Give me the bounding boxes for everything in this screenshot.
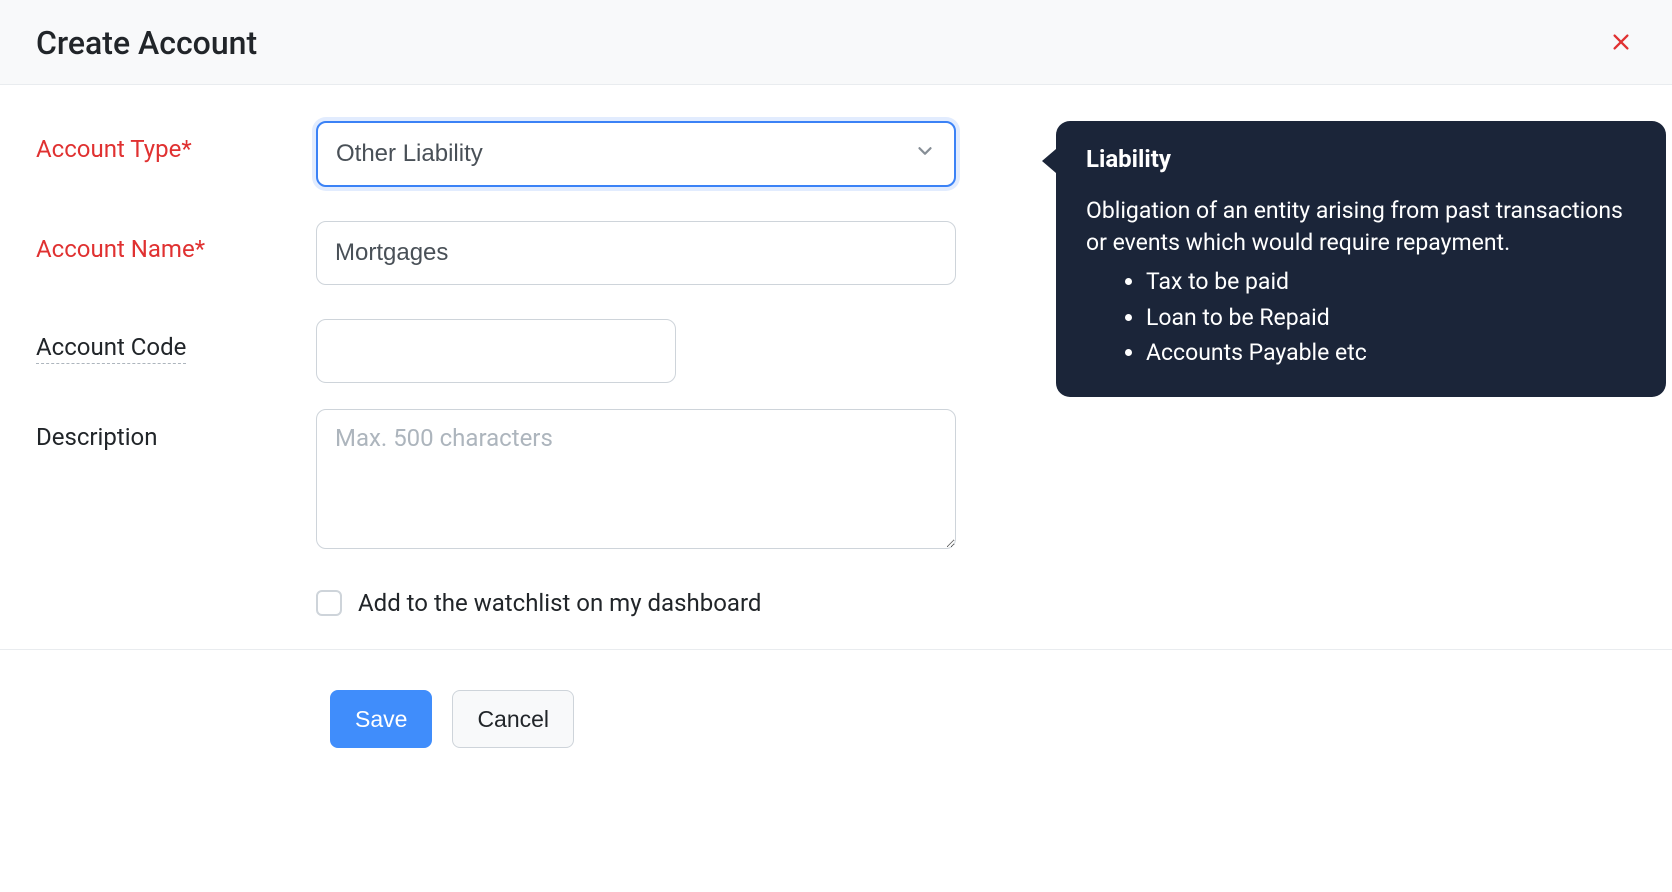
label-text: Account Name* <box>36 235 205 263</box>
label-account-name: Account Name* <box>36 221 316 263</box>
watchlist-checkbox-row: Add to the watchlist on my dashboard <box>316 589 996 617</box>
field-account-name <box>316 221 996 285</box>
close-button[interactable] <box>1606 27 1636 60</box>
watchlist-checkbox[interactable] <box>316 590 342 616</box>
create-account-modal: Create Account Account Type* <box>0 0 1672 788</box>
close-icon <box>1610 31 1632 56</box>
field-watchlist: Add to the watchlist on my dashboard <box>316 581 996 617</box>
field-description <box>316 409 996 555</box>
label-description: Description <box>36 409 316 451</box>
label-spacer <box>36 581 316 595</box>
row-watchlist: Add to the watchlist on my dashboard <box>36 581 996 617</box>
account-type-select[interactable] <box>316 121 956 187</box>
label-text: Account Type* <box>36 135 192 163</box>
account-type-tooltip: Liability Obligation of an entity arisin… <box>1056 121 1666 397</box>
form-column: Account Type* Account Name* <box>36 121 996 617</box>
account-code-input[interactable] <box>316 319 676 383</box>
tooltip-description: Obligation of an entity arising from pas… <box>1086 195 1636 259</box>
description-textarea[interactable] <box>316 409 956 549</box>
cancel-button[interactable]: Cancel <box>452 690 574 748</box>
modal-title: Create Account <box>36 24 257 62</box>
label-text: Description <box>36 423 158 451</box>
footer-spacer <box>36 690 310 748</box>
account-type-input[interactable] <box>316 121 956 187</box>
account-name-input[interactable] <box>316 221 956 285</box>
label-text: Account Code <box>36 333 186 364</box>
modal-body: Account Type* Account Name* <box>0 85 1672 649</box>
field-account-code <box>316 319 996 383</box>
watchlist-label: Add to the watchlist on my dashboard <box>358 589 761 617</box>
tooltip-item: Accounts Payable etc <box>1146 336 1636 369</box>
label-account-code: Account Code <box>36 319 316 361</box>
row-account-name: Account Name* <box>36 221 996 285</box>
row-account-code: Account Code <box>36 319 996 383</box>
row-account-type: Account Type* <box>36 121 996 187</box>
label-account-type: Account Type* <box>36 121 316 163</box>
tooltip-title: Liability <box>1086 145 1636 173</box>
tooltip-item: Tax to be paid <box>1146 265 1636 298</box>
save-button[interactable]: Save <box>330 690 432 748</box>
tooltip-item: Loan to be Repaid <box>1146 301 1636 334</box>
tooltip-list: Tax to be paid Loan to be Repaid Account… <box>1086 265 1636 369</box>
field-account-type <box>316 121 996 187</box>
modal-header: Create Account <box>0 0 1672 85</box>
modal-footer: Save Cancel <box>0 649 1672 788</box>
row-description: Description <box>36 409 996 555</box>
